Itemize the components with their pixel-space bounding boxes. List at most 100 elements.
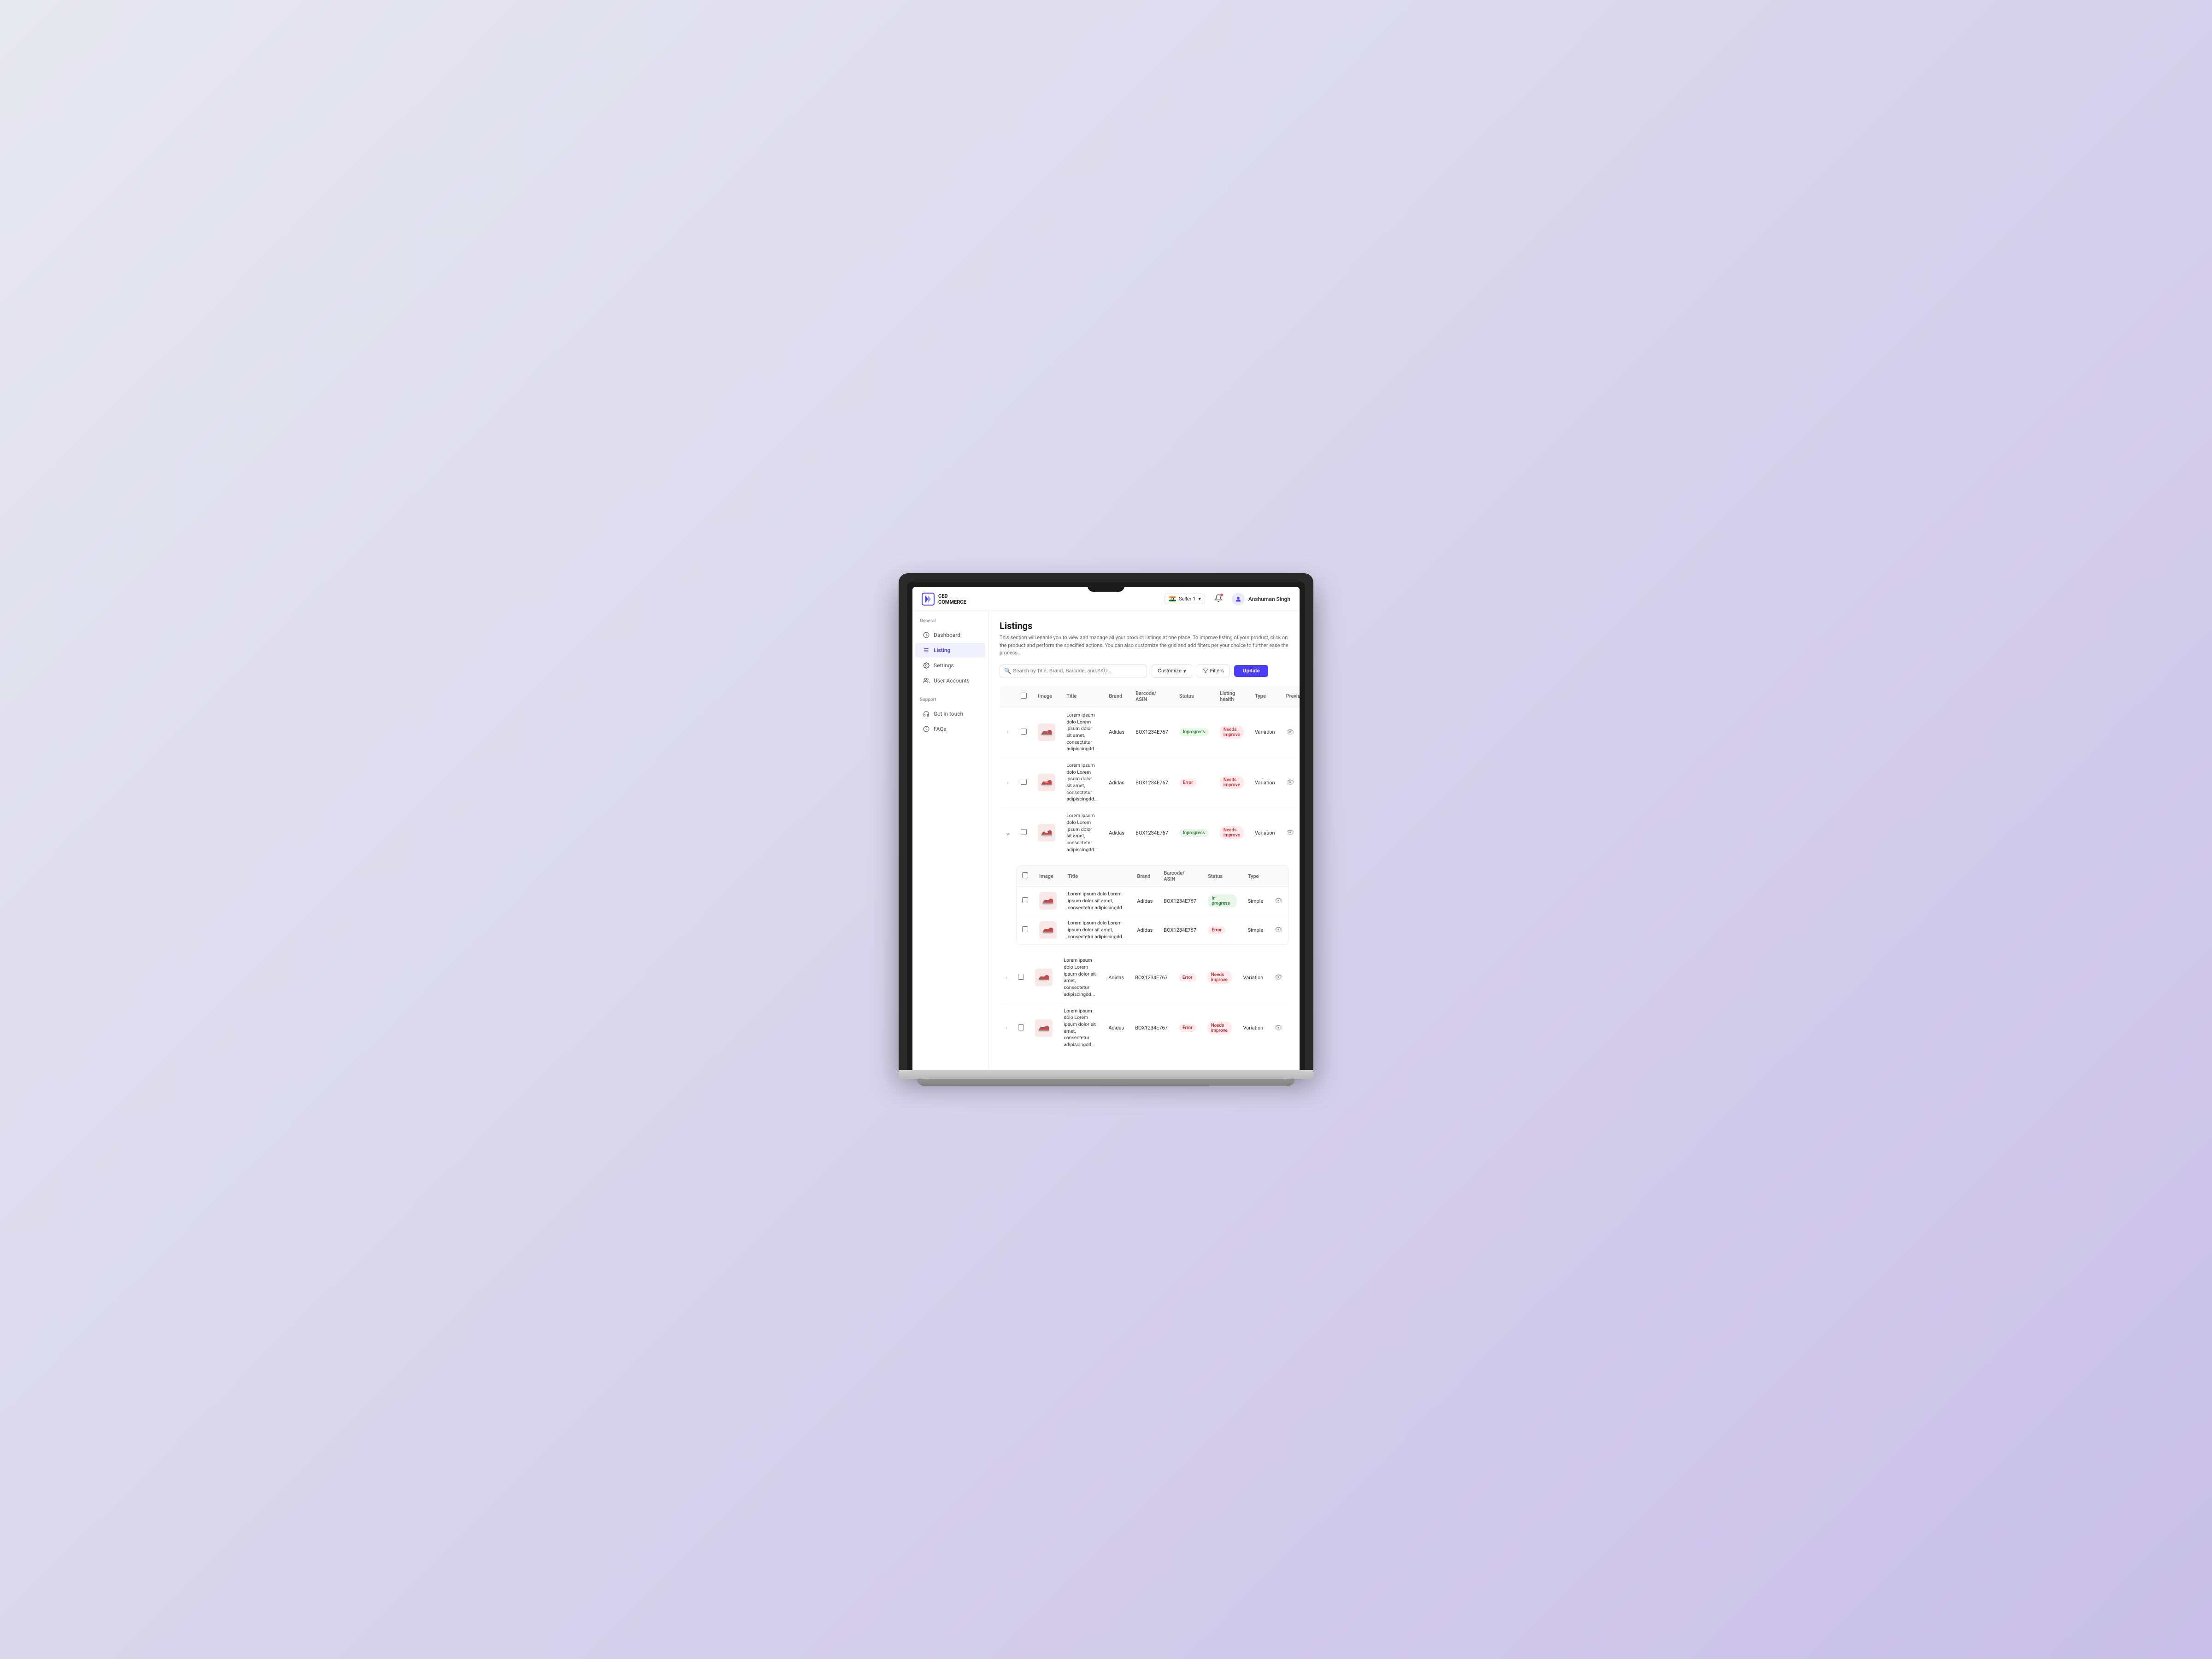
customize-button[interactable]: Customize ▾ [1152,665,1192,678]
search-wrapper: 🔍 [1000,665,1147,677]
sidebar-item-faqs[interactable]: FAQs [915,722,985,736]
preview-icon[interactable]: 👁 [1286,829,1294,836]
sub-row-checkbox[interactable] [1022,897,1028,903]
sidebar-item-dashboard[interactable]: Dashboard [915,628,985,642]
filters-button[interactable]: Filters [1197,665,1230,677]
row-type-cell: Variation [1237,1003,1269,1053]
sub-listing-table: Image Title Brand Barcode/ ASIN Status T… [1017,866,1288,944]
row-preview-cell[interactable]: 👁 [1281,808,1300,858]
preview-icon[interactable]: 👁 [1274,974,1282,981]
row-health-cell: Needs improve [1214,758,1249,808]
settings-label: Settings [934,662,954,669]
sub-select-all[interactable] [1022,872,1028,878]
sub-col-image: Image [1034,866,1062,887]
preview-icon[interactable]: 👁 [1274,1024,1282,1032]
row-checkbox-cell [1015,758,1032,808]
row-barcode-cell: BOX1234E767 [1130,953,1173,1003]
preview-icon[interactable]: 👁 [1286,779,1294,786]
row-barcode-cell: BOX1234E767 [1130,1003,1173,1053]
row-brand-cell: Adidas [1103,808,1130,858]
user-info[interactable]: Anshuman Singh [1232,593,1290,606]
table-row: › [1000,707,1300,757]
row-preview-cell[interactable]: 👁 [1269,953,1288,1003]
row-image-cell [1030,953,1058,1003]
row-preview-cell[interactable]: 👁 [1281,758,1300,808]
row-health-cell: Needs improve [1202,1003,1238,1053]
row-image-cell [1032,707,1061,757]
row-preview-cell[interactable]: 👁 [1269,1003,1288,1053]
filter-icon [1203,668,1208,674]
sub-table-row: Lorem ipsum dolo Lorem ipsum dolor sit a… [1017,887,1288,916]
row-checkbox[interactable] [1021,729,1027,735]
sub-row-barcode-cell: BOX1234E767 [1158,887,1202,916]
product-title: Lorem ipsum dolo Lorem ipsum dolor sit a… [1068,891,1126,911]
row-checkbox[interactable] [1018,974,1024,980]
user-avatar [1232,593,1245,606]
page-title: Listings [1000,620,1288,631]
search-input[interactable] [1000,665,1147,677]
col-listing-health: Listing health [1214,685,1249,707]
sidebar-item-settings[interactable]: Settings [915,658,985,673]
product-title: Lorem ipsum dolo Lorem ipsum dolor sit a… [1066,762,1098,803]
product-title: Lorem ipsum dolo Lorem ipsum dolor sit a… [1064,957,1097,998]
row-type-cell: Variation [1249,707,1281,757]
product-title: Lorem ipsum dolo Lorem ipsum dolor sit a… [1068,920,1126,940]
customize-label: Customize [1158,668,1182,674]
status-badge: Error [1179,1024,1196,1032]
laptop-base [899,1070,1313,1079]
notification-button[interactable] [1212,592,1224,606]
row-checkbox-cell [1015,808,1032,858]
row-checkbox[interactable] [1021,779,1027,785]
sub-row-checkbox-cell [1017,887,1034,916]
product-thumbnail [1039,892,1057,910]
update-button[interactable]: Update [1234,665,1268,677]
sub-row-preview-cell[interactable]: 👁 [1269,916,1288,945]
sub-col-title: Title [1062,866,1131,887]
main-content: Listings This section will enable you to… [988,611,1300,1070]
sub-col-status: Status [1202,866,1242,887]
product-thumbnail [1035,1019,1053,1037]
col-image: Image [1032,685,1061,707]
sidebar-item-user-accounts[interactable]: User Accounts [915,673,985,688]
sub-col-preview [1269,866,1288,887]
preview-icon[interactable]: 👁 [1274,897,1282,905]
row-preview-cell[interactable]: 👁 [1281,707,1300,757]
sneaker-image [1039,775,1054,790]
sub-row-image-cell [1034,887,1062,916]
row-title-cell: Lorem ipsum dolo Lorem ipsum dolor sit a… [1061,808,1103,858]
headset-icon [923,710,930,718]
preview-icon[interactable]: 👁 [1286,729,1294,736]
header-right: Seller 1 ▾ [1165,592,1290,606]
sub-row-preview-cell[interactable]: 👁 [1269,887,1288,916]
col-brand: Brand [1103,685,1130,707]
row-expand-cell[interactable]: › [1000,758,1016,808]
support-section-label: Support [912,697,988,706]
preview-icon[interactable]: 👁 [1274,926,1282,934]
row-expand-cell[interactable]: › [1000,1003,1013,1053]
sidebar-item-listing[interactable]: Listing [915,643,985,658]
row-expand-cell[interactable]: ⌄ [1000,808,1016,858]
row-brand-cell: Adidas [1103,758,1130,808]
table-row: › [1000,1003,1288,1053]
row-status-cell: Error [1174,758,1214,808]
select-all-checkbox[interactable] [1021,693,1027,699]
chevron-down-icon: ▾ [1183,668,1186,674]
product-thumbnail [1035,969,1053,986]
row-expand-cell[interactable]: › [1000,707,1016,757]
search-icon: 🔍 [1004,668,1011,674]
sub-col-barcode: Barcode/ ASIN [1158,866,1202,887]
listing-label: Listing [934,647,950,653]
ced-logo-icon [922,593,935,606]
row-checkbox[interactable] [1018,1024,1024,1030]
row-expand-cell[interactable]: › [1000,953,1013,1003]
sidebar-item-get-in-touch[interactable]: Get in touch [915,706,985,721]
seller-dropdown[interactable]: Seller 1 ▾ [1165,594,1205,604]
row-checkbox-cell [1015,707,1032,757]
status-badge: Error [1208,926,1225,934]
sub-row-checkbox[interactable] [1022,926,1028,932]
app-body: General Dashboard [912,611,1300,1070]
row-type-cell: Variation [1237,953,1269,1003]
row-title-cell: Lorem ipsum dolo Lorem ipsum dolor sit a… [1061,707,1103,757]
row-checkbox[interactable] [1021,829,1027,835]
main-listing-table: Image Title Brand Barcode/ ASIN Status L… [1000,685,1300,858]
